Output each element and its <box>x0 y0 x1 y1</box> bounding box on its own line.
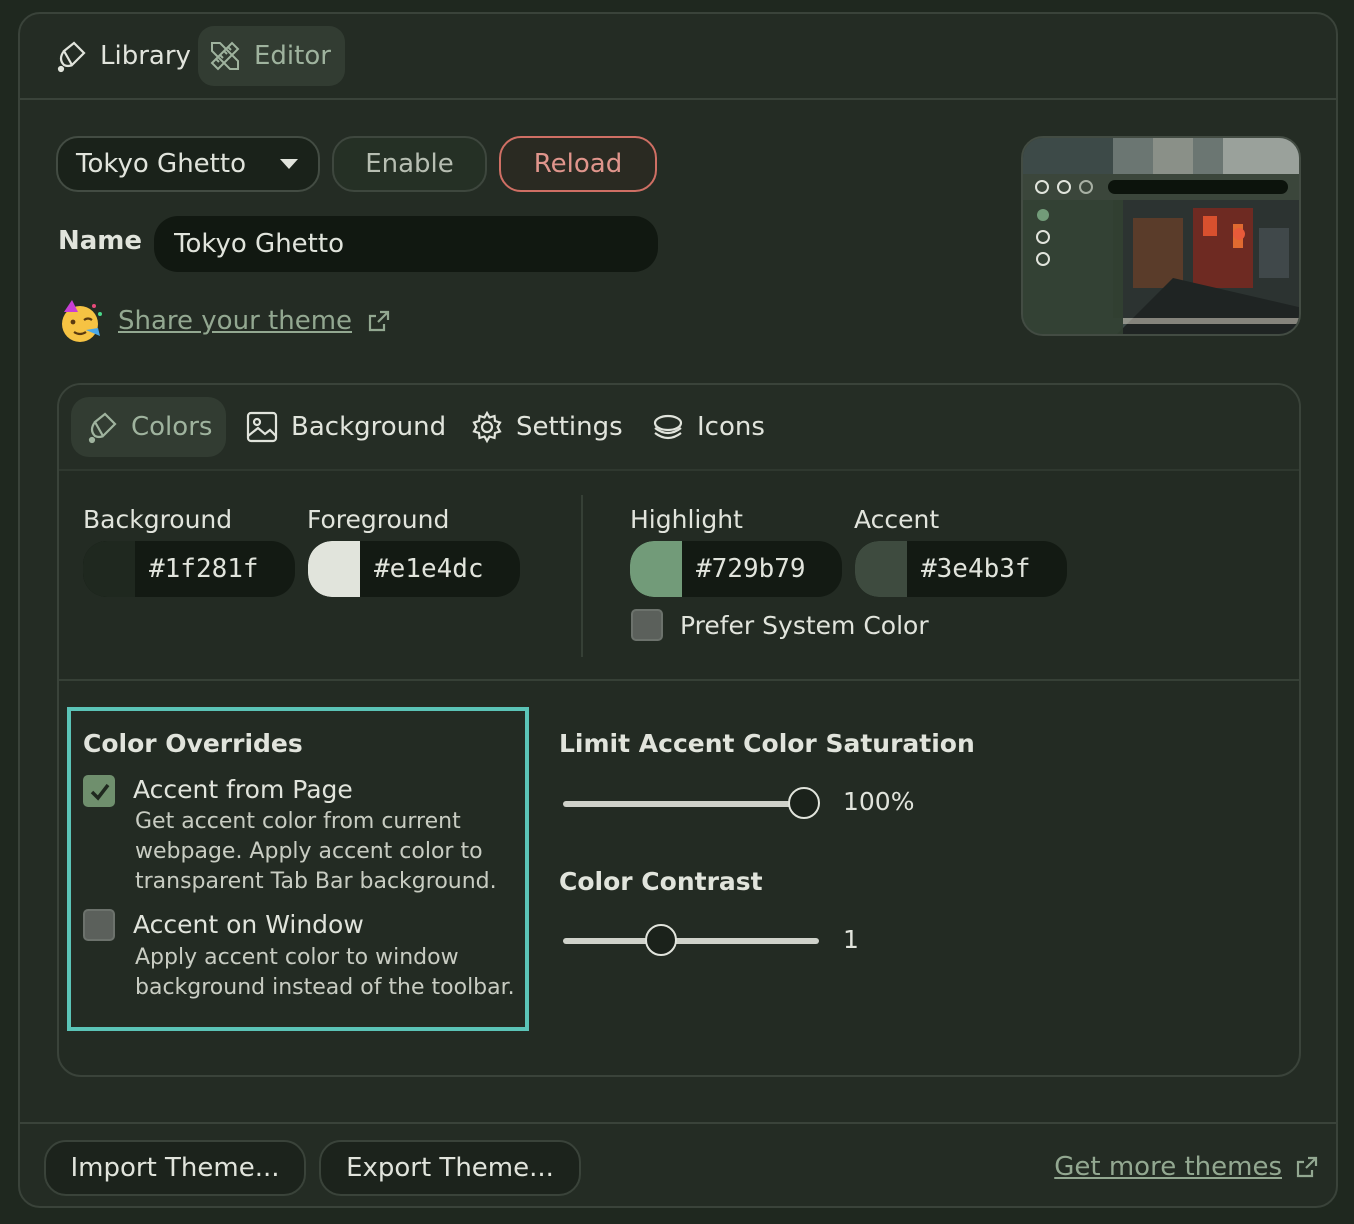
tab-library[interactable]: Library <box>44 26 205 86</box>
get-more-themes-row: Get more themes <box>1054 1152 1320 1182</box>
accent-from-page-label: Accent from Page <box>133 775 353 804</box>
external-link-icon <box>368 310 390 332</box>
external-link-icon <box>1296 1156 1318 1178</box>
street-scene-image <box>1023 138 1299 334</box>
tab-editor-label: Editor <box>254 41 331 71</box>
background-hex: #1f281f <box>149 554 259 584</box>
theme-preview-image <box>1021 136 1301 336</box>
colors-panel: Colors Background Settings Icons Backgro… <box>57 383 1301 1077</box>
accent-from-page-description: Get accent color from current webpage. A… <box>135 809 497 894</box>
theme-name-input[interactable] <box>154 216 658 272</box>
highlight-color-label: Highlight <box>630 505 743 534</box>
color-overrides-box: Color Overrides Accent from Page Get acc… <box>67 707 529 1031</box>
contrast-slider-track[interactable] <box>563 938 819 944</box>
paint-bucket-icon <box>88 412 117 444</box>
partying-face-icon <box>62 300 102 342</box>
tab-library-label: Library <box>100 41 191 71</box>
tab-editor[interactable]: Editor <box>198 26 345 86</box>
accent-on-window-label: Accent on Window <box>133 910 364 939</box>
column-divider <box>581 495 583 657</box>
tab-background[interactable]: Background <box>231 397 460 457</box>
saturation-slider-thumb[interactable] <box>788 787 820 819</box>
gear-icon <box>472 410 502 444</box>
theme-editor-window: Library Editor Tokyo Ghetto Enable Reloa… <box>18 12 1338 1208</box>
saturation-value: 100% <box>843 787 915 816</box>
import-theme-button[interactable]: Import Theme... <box>44 1140 306 1196</box>
accent-color-label: Accent <box>854 505 940 534</box>
name-label: Name <box>58 226 143 256</box>
top-tab-bar: Library Editor <box>20 14 1336 100</box>
share-row: Share your theme <box>58 298 392 344</box>
accent-color-picker[interactable]: #3e4b3f <box>855 541 1067 597</box>
contrast-value: 1 <box>843 925 859 954</box>
accent-hex: #3e4b3f <box>921 554 1031 584</box>
tab-colors-label: Colors <box>131 412 213 442</box>
highlight-swatch <box>630 541 682 597</box>
contrast-title: Color Contrast <box>559 867 763 896</box>
layers-icon <box>653 414 683 440</box>
image-icon <box>246 411 278 443</box>
tab-icons-label: Icons <box>697 412 765 442</box>
tab-colors[interactable]: Colors <box>71 397 227 457</box>
contrast-slider-thumb[interactable] <box>645 924 677 956</box>
theme-select[interactable]: Tokyo Ghetto <box>56 136 320 192</box>
saturation-slider-track[interactable] <box>563 801 819 807</box>
tab-settings[interactable]: Settings <box>456 397 637 457</box>
background-swatch <box>83 541 135 597</box>
tab-background-label: Background <box>291 412 447 442</box>
foreground-hex: #e1e4dc <box>374 554 484 584</box>
foreground-color-label: Foreground <box>307 505 450 534</box>
reload-button[interactable]: Reload <box>499 136 657 192</box>
export-theme-button[interactable]: Export Theme... <box>319 1140 581 1196</box>
tab-settings-label: Settings <box>516 412 623 442</box>
highlight-color-picker[interactable]: #729b79 <box>630 541 842 597</box>
accent-from-page-checkbox[interactable] <box>83 775 115 807</box>
saturation-title: Limit Accent Color Saturation <box>559 729 975 758</box>
foreground-swatch <box>308 541 360 597</box>
pencil-ruler-icon <box>210 41 240 71</box>
background-color-picker[interactable]: #1f281f <box>83 541 295 597</box>
foreground-color-picker[interactable]: #e1e4dc <box>308 541 520 597</box>
prefer-system-color-label: Prefer System Color <box>680 611 929 640</box>
section-divider <box>59 679 1299 681</box>
enable-button[interactable]: Enable <box>332 136 487 192</box>
get-more-themes-link[interactable]: Get more themes <box>1054 1152 1282 1182</box>
share-theme-link[interactable]: Share your theme <box>118 306 352 336</box>
color-overrides-title: Color Overrides <box>83 729 303 758</box>
background-color-label: Background <box>83 505 233 534</box>
checkmark-icon <box>90 783 110 801</box>
tab-icons[interactable]: Icons <box>637 397 779 457</box>
accent-on-window-description: Apply accent color to window background … <box>135 945 515 1000</box>
footer-divider <box>20 1122 1336 1124</box>
panel-tab-bar: Colors Background Settings Icons <box>59 385 1299 471</box>
prefer-system-color-checkbox[interactable] <box>631 609 663 641</box>
chevron-down-icon <box>280 159 298 169</box>
highlight-hex: #729b79 <box>696 554 806 584</box>
accent-on-window-checkbox[interactable] <box>83 909 115 941</box>
paint-bucket-icon <box>57 41 86 73</box>
accent-swatch <box>855 541 907 597</box>
theme-select-value: Tokyo Ghetto <box>76 149 246 179</box>
